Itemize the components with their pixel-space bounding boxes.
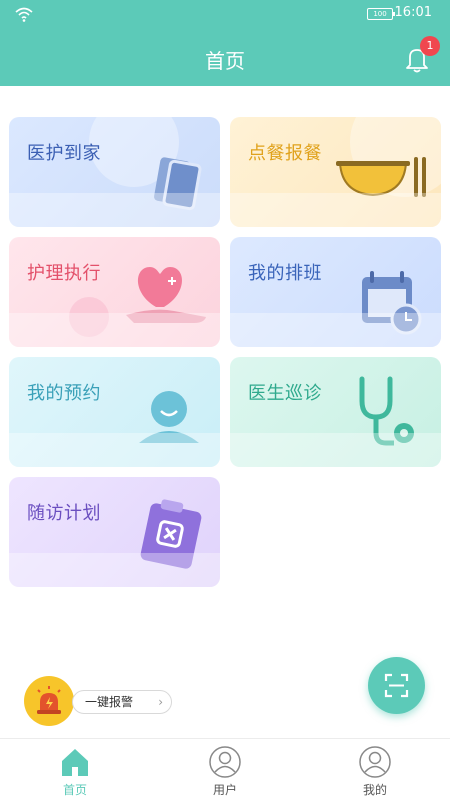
card-home-care[interactable]: 医护到家 bbox=[9, 117, 220, 227]
card-nursing-execution[interactable]: 护理执行 bbox=[9, 237, 220, 347]
battery-indicator: 100 bbox=[367, 8, 395, 20]
tab-users[interactable]: 用户 bbox=[150, 739, 300, 800]
user-icon bbox=[209, 746, 241, 778]
tab-label: 我的 bbox=[362, 783, 387, 797]
header: 首页 1 bbox=[0, 28, 450, 86]
card-my-schedule[interactable]: 我的排班 bbox=[230, 237, 441, 347]
card-label: 点餐报餐 bbox=[248, 143, 322, 164]
card-meal-order[interactable]: 点餐报餐 bbox=[230, 117, 441, 227]
home-icon bbox=[62, 749, 88, 776]
alarm-siren-icon[interactable] bbox=[24, 676, 74, 726]
card-my-appointment[interactable]: 我的预约 bbox=[9, 357, 220, 467]
card-label: 医生巡诊 bbox=[248, 383, 322, 404]
scan-icon bbox=[384, 673, 409, 698]
card-label: 医护到家 bbox=[27, 143, 101, 164]
wifi-icon bbox=[15, 7, 33, 22]
card-follow-up-plan[interactable]: 随访计划 bbox=[9, 477, 220, 587]
card-label: 随访计划 bbox=[27, 503, 101, 524]
card-doctor-rounds[interactable]: 医生巡诊 bbox=[230, 357, 441, 467]
tab-label: 用户 bbox=[212, 783, 237, 797]
chevron-right-icon: › bbox=[158, 695, 163, 709]
card-label: 护理执行 bbox=[27, 263, 101, 284]
status-time: 16:01 bbox=[394, 5, 432, 20]
scan-button[interactable] bbox=[368, 657, 425, 714]
card-label: 我的排班 bbox=[248, 263, 322, 284]
page-title: 首页 bbox=[205, 49, 245, 73]
profile-icon bbox=[359, 746, 391, 778]
tab-home[interactable]: 首页 bbox=[0, 739, 150, 800]
alarm-button[interactable]: 一键报警 › bbox=[72, 690, 172, 714]
tab-bar: 首页 用户 我的 bbox=[0, 738, 450, 800]
status-bar: 100 16:01 bbox=[0, 0, 450, 28]
tab-mine[interactable]: 我的 bbox=[300, 739, 450, 800]
alarm-label: 一键报警 bbox=[85, 695, 134, 709]
tab-label: 首页 bbox=[62, 783, 87, 797]
notification-badge: 1 bbox=[420, 36, 440, 56]
card-label: 我的预约 bbox=[27, 383, 101, 404]
